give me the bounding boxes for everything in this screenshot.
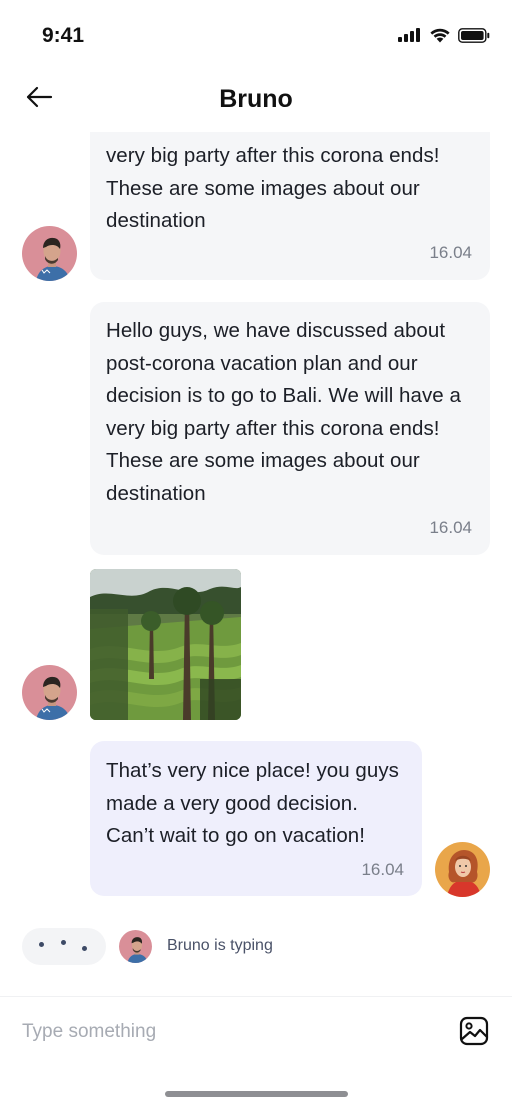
signal-icon	[398, 28, 422, 47]
my-avatar[interactable]	[435, 842, 490, 897]
wifi-icon	[429, 27, 451, 48]
image-icon	[458, 1016, 490, 1051]
message-text: Hello guys, we have discussed about post…	[106, 319, 461, 505]
message-time: 16.04	[429, 243, 472, 262]
avatar[interactable]	[22, 226, 77, 281]
typing-dot	[82, 946, 87, 951]
status-icons	[398, 27, 490, 48]
home-indicator[interactable]	[165, 1091, 348, 1097]
status-bar: 9:41	[0, 0, 512, 70]
message-input[interactable]	[22, 1017, 422, 1047]
typing-dot	[39, 942, 44, 947]
message-text: very big party after this corona ends! T…	[106, 144, 440, 232]
outgoing-message-bubble: That’s very nice place! you guys made a …	[90, 741, 422, 896]
attach-image-button[interactable]	[458, 1015, 490, 1047]
avatar[interactable]	[22, 665, 77, 720]
typing-dots	[22, 928, 106, 965]
battery-icon	[458, 27, 490, 48]
typing-indicator: Bruno is typing	[0, 928, 512, 966]
composer	[0, 996, 512, 1066]
typing-text: Bruno is typing	[167, 937, 273, 954]
status-time: 9:41	[42, 24, 85, 47]
message-list[interactable]: very big party after this corona ends! T…	[0, 132, 512, 994]
chat-title: Bruno	[219, 85, 293, 113]
chat-header: Bruno	[0, 70, 512, 132]
incoming-message-bubble: Hello guys, we have discussed about post…	[90, 302, 490, 555]
shared-photo[interactable]	[90, 569, 241, 720]
typing-dot	[61, 940, 66, 945]
incoming-message-bubble: very big party after this corona ends! T…	[90, 132, 490, 280]
message-text: That’s very nice place! you guys made a …	[106, 759, 399, 847]
message-time: 16.04	[361, 860, 404, 879]
typing-avatar	[119, 930, 152, 963]
message-time: 16.04	[429, 518, 472, 537]
